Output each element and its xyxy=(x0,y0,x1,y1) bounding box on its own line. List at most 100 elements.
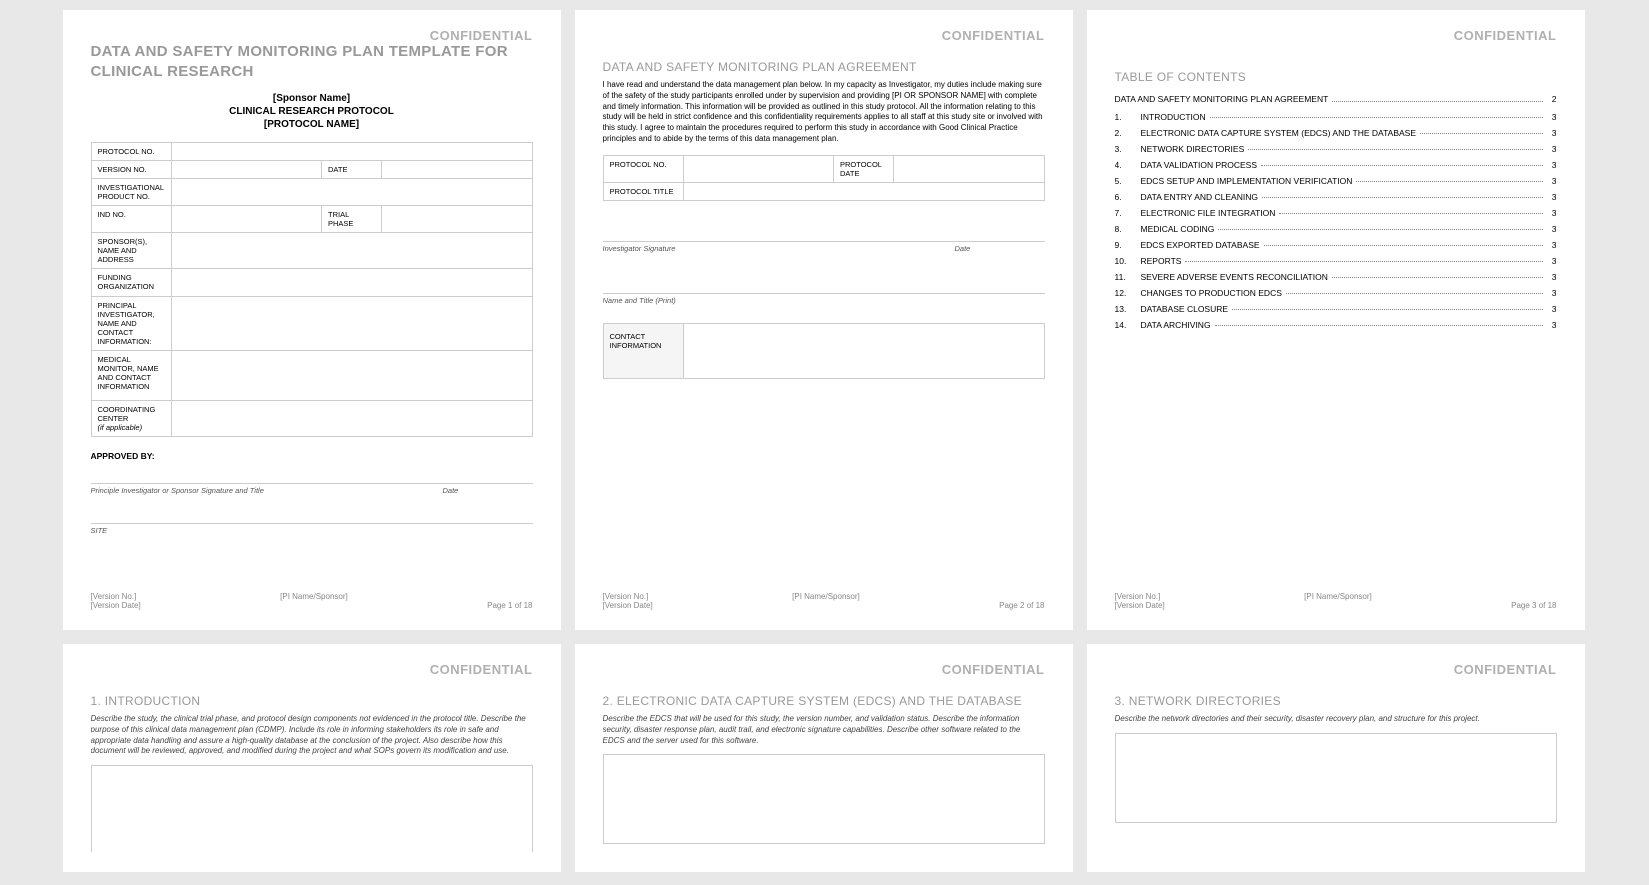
intro-heading: 1. INTRODUCTION xyxy=(91,694,533,708)
page-footer: [Version No.][Version Date] [PI Name/Spo… xyxy=(603,586,1045,610)
toc-dots xyxy=(1215,325,1543,326)
toc-label: DATA ARCHIVING xyxy=(1141,320,1211,330)
cell[interactable] xyxy=(683,182,1044,200)
toc-dots xyxy=(1261,165,1542,166)
toc-label: ELECTRONIC DATA CAPTURE SYSTEM (EDCS) AN… xyxy=(1141,128,1417,138)
toc-page: 3 xyxy=(1547,112,1557,122)
signature-line-2[interactable]: SITE xyxy=(91,523,533,535)
toc-row[interactable]: 7.ELECTRONIC FILE INTEGRATION3 xyxy=(1115,208,1557,218)
toc-page: 3 xyxy=(1547,144,1557,154)
row-medical: MEDICAL MONITOR, NAME AND CONTACT INFORM… xyxy=(91,351,171,401)
toc-num: 4. xyxy=(1115,160,1141,170)
toc-row[interactable]: 11.SEVERE ADVERSE EVENTS RECONCILIATION3 xyxy=(1115,272,1557,282)
toc-row[interactable]: 2.ELECTRONIC DATA CAPTURE SYSTEM (EDCS) … xyxy=(1115,128,1557,138)
cell[interactable] xyxy=(894,155,1045,182)
cell[interactable] xyxy=(171,297,532,351)
edcs-content-box[interactable] xyxy=(603,754,1045,844)
toc-num: 7. xyxy=(1115,208,1141,218)
protocol-table: PROTOCOL NO. PROTOCOL DATE PROTOCOL TITL… xyxy=(603,155,1045,201)
toc-row[interactable]: 6.DATA ENTRY AND CLEANING3 xyxy=(1115,192,1557,202)
toc-row[interactable]: 4.DATA VALIDATION PROCESS3 xyxy=(1115,160,1557,170)
sponsor-name: [Sponsor Name] xyxy=(91,93,533,104)
toc-dots xyxy=(1356,181,1542,182)
toc-label: SEVERE ADVERSE EVENTS RECONCILIATION xyxy=(1141,272,1328,282)
cell[interactable] xyxy=(382,161,533,179)
contact-cell[interactable] xyxy=(683,323,1044,378)
toc-num: 1. xyxy=(1115,112,1141,122)
toc-row[interactable]: 8.MEDICAL CODING3 xyxy=(1115,224,1557,234)
toc-row[interactable]: 9.EDCS EXPORTED DATABASE 3 xyxy=(1115,240,1557,250)
toc-row[interactable]: 12.CHANGES TO PRODUCTION EDCS3 xyxy=(1115,288,1557,298)
row-protocol-title: PROTOCOL TITLE xyxy=(603,182,683,200)
toc-page: 3 xyxy=(1547,208,1557,218)
cell[interactable] xyxy=(171,143,532,161)
toc-row[interactable]: 3.NETWORK DIRECTORIES3 xyxy=(1115,144,1557,154)
page-3: CONFIDENTIAL TABLE OF CONTENTS DATA AND … xyxy=(1087,10,1585,630)
protocol-name: [PROTOCOL NAME] xyxy=(91,119,533,130)
confidential-stamp: CONFIDENTIAL xyxy=(1454,662,1557,677)
edcs-body: Describe the EDCS that will be used for … xyxy=(603,714,1045,746)
cell[interactable] xyxy=(171,161,322,179)
row-ind-no: IND NO. xyxy=(91,206,171,233)
toc-page: 3 xyxy=(1547,272,1557,282)
name-print-line[interactable]: Name and Title (Print) xyxy=(603,293,1045,305)
info-table: PROTOCOL NO. VERSION NO.DATE INVESTIGATI… xyxy=(91,142,533,437)
toc-dots xyxy=(1185,261,1542,262)
signature-line-1[interactable]: Principle Investigator or Sponsor Signat… xyxy=(91,483,533,495)
toc-num: 12. xyxy=(1115,288,1141,298)
toc-title: TABLE OF CONTENTS xyxy=(1115,70,1557,84)
edcs-heading: 2. ELECTRONIC DATA CAPTURE SYSTEM (EDCS)… xyxy=(603,694,1045,708)
intro-content-box[interactable] xyxy=(91,765,533,852)
toc-row[interactable]: 14.DATA ARCHIVING3 xyxy=(1115,320,1557,330)
toc-dots xyxy=(1264,245,1543,246)
toc-dots xyxy=(1248,149,1542,150)
toc-label: MEDICAL CODING xyxy=(1141,224,1215,234)
network-body: Describe the network directories and the… xyxy=(1115,714,1557,725)
toc-dots xyxy=(1279,213,1542,214)
confidential-stamp: CONFIDENTIAL xyxy=(942,662,1045,677)
agreement-heading: DATA AND SAFETY MONITORING PLAN AGREEMEN… xyxy=(603,60,1045,74)
cell[interactable] xyxy=(382,206,533,233)
signature-investigator[interactable]: Investigator Signature Date xyxy=(603,241,1045,253)
toc-first-row[interactable]: DATA AND SAFETY MONITORING PLAN AGREEMEN… xyxy=(1115,94,1557,104)
toc-num: 10. xyxy=(1115,256,1141,266)
toc-label: REPORTS xyxy=(1141,256,1182,266)
toc-num: 9. xyxy=(1115,240,1141,250)
approved-by: APPROVED BY: xyxy=(91,451,533,461)
intro-body: Describe the study, the clinical trial p… xyxy=(91,714,533,757)
row-date: DATE xyxy=(322,161,382,179)
toc-label: INTRODUCTION xyxy=(1141,112,1206,122)
toc-label: EDCS SETUP AND IMPLEMENTATION VERIFICATI… xyxy=(1141,176,1353,186)
toc-page: 3 xyxy=(1547,240,1557,250)
row-trial-phase: TRIAL PHASE xyxy=(322,206,382,233)
toc-page: 3 xyxy=(1547,192,1557,202)
cell[interactable] xyxy=(683,155,834,182)
network-content-box[interactable] xyxy=(1115,733,1557,823)
toc-row[interactable]: 5.EDCS SETUP AND IMPLEMENTATION VERIFICA… xyxy=(1115,176,1557,186)
row-sponsors: SPONSOR(S), NAME AND ADDRESS xyxy=(91,233,171,269)
cell[interactable] xyxy=(171,401,532,437)
toc-row[interactable]: 13.DATABASE CLOSURE3 xyxy=(1115,304,1557,314)
cell[interactable] xyxy=(171,233,532,269)
toc-row[interactable]: 1.INTRODUCTION 3 xyxy=(1115,112,1557,122)
toc-dots xyxy=(1332,277,1543,278)
toc-num: 2. xyxy=(1115,128,1141,138)
cell[interactable] xyxy=(171,269,532,297)
page-2: CONFIDENTIAL DATA AND SAFETY MONITORING … xyxy=(575,10,1073,630)
toc-label: DATA VALIDATION PROCESS xyxy=(1141,160,1258,170)
row-protocol-date: PROTOCOL DATE xyxy=(834,155,894,182)
cell[interactable] xyxy=(171,206,322,233)
row-protocol-no: PROTOCOL NO. xyxy=(603,155,683,182)
toc-page: 3 xyxy=(1547,304,1557,314)
toc-row[interactable]: 10.REPORTS3 xyxy=(1115,256,1557,266)
toc-dots xyxy=(1232,309,1542,310)
cell[interactable] xyxy=(171,179,532,206)
page-6: CONFIDENTIAL 3. NETWORK DIRECTORIES Desc… xyxy=(1087,644,1585,872)
toc-label: EDCS EXPORTED DATABASE xyxy=(1141,240,1260,250)
cell[interactable] xyxy=(171,351,532,401)
page-footer: [Version No.][Version Date] [PI Name/Spo… xyxy=(91,586,533,610)
toc-dots xyxy=(1262,197,1543,198)
toc-label: DATABASE CLOSURE xyxy=(1141,304,1229,314)
toc-dots xyxy=(1420,133,1542,134)
sig1-left: Principle Investigator or Sponsor Signat… xyxy=(91,486,443,495)
